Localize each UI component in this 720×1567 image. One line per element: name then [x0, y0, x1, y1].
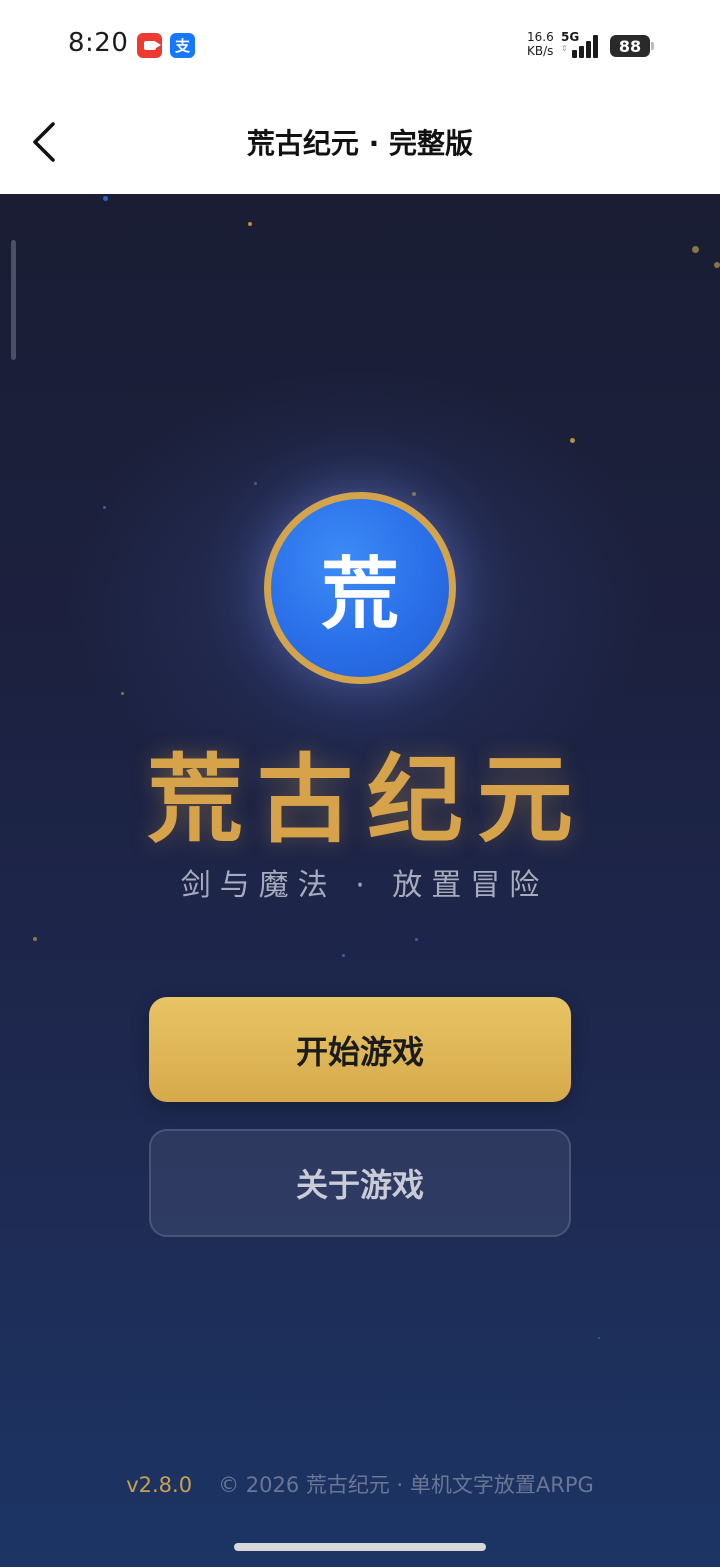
header: 荒古纪元 · 完整版: [0, 92, 720, 194]
status-time: 8:20: [68, 28, 129, 58]
battery-level: 88: [618, 36, 642, 56]
copyright-text: © 2026 荒古纪元 · 单机文字放置ARPG: [218, 1473, 594, 1497]
network-speed: 16.6 KB/s: [527, 30, 554, 58]
star-decoration: [415, 938, 418, 941]
star-decoration: [103, 196, 108, 201]
data-activity-icon: ⇕: [561, 44, 568, 53]
star-decoration: [121, 692, 124, 695]
about-game-button[interactable]: 关于游戏: [149, 1129, 571, 1237]
game-screen: 荒 荒古纪元 剑与魔法 · 放置冒险 开始游戏 关于游戏 v2.8.0 © 202…: [0, 194, 720, 1567]
network-speed-unit: KB/s: [527, 44, 554, 58]
game-subtitle: 剑与魔法 · 放置冒险: [180, 868, 549, 903]
star-decoration: [33, 937, 37, 941]
video-app-icon: [137, 33, 162, 58]
footer: v2.8.0 © 2026 荒古纪元 · 单机文字放置ARPG: [0, 1469, 720, 1499]
battery-tip: [651, 42, 654, 50]
scroll-indicator[interactable]: [11, 240, 16, 360]
signal-icon: [572, 34, 602, 58]
version-label: v2.8.0: [126, 1473, 193, 1497]
star-decoration: [692, 246, 699, 253]
star-decoration: [570, 438, 575, 443]
star-decoration: [598, 1337, 600, 1339]
start-game-button[interactable]: 开始游戏: [149, 997, 571, 1102]
alipay-icon: 支: [170, 33, 195, 58]
star-decoration: [103, 506, 106, 509]
game-emblem: 荒: [264, 492, 456, 684]
battery-icon: 88: [610, 35, 650, 57]
game-title: 荒古纪元: [147, 744, 587, 856]
home-indicator[interactable]: [234, 1543, 486, 1551]
star-decoration: [342, 954, 345, 957]
network-speed-value: 16.6: [527, 30, 554, 44]
page-title: 荒古纪元 · 完整版: [246, 127, 474, 160]
status-bar: 8:20 支 16.6 KB/s 5G ⇕ 88: [0, 0, 720, 92]
star-decoration: [714, 262, 720, 268]
star-decoration: [248, 222, 252, 226]
